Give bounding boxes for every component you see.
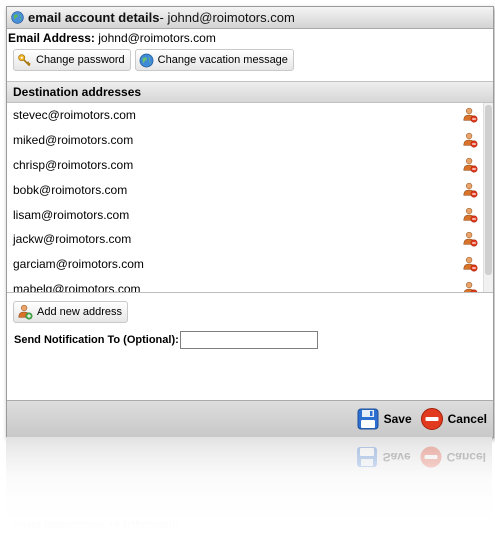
change-password-label: Change password xyxy=(36,54,125,66)
email-address-row: Email Address: johnd@roimotors.com xyxy=(7,29,493,47)
list-scrollbar[interactable] xyxy=(483,103,493,292)
reflection-cancel: Cancel xyxy=(419,445,486,469)
add-new-address-button[interactable]: Add new address xyxy=(13,301,128,323)
add-address-row: Add new address xyxy=(7,293,493,327)
toolbar: Change password Change vacation message xyxy=(7,47,493,73)
globe-icon xyxy=(139,53,154,67)
user-remove-icon[interactable] xyxy=(462,132,478,148)
notification-email-input[interactable] xyxy=(179,331,318,349)
change-password-button[interactable]: Change password xyxy=(13,49,131,71)
floppy-disk-icon xyxy=(356,447,377,467)
user-remove-icon[interactable] xyxy=(462,182,478,198)
address-row[interactable]: lisam@roimotors.com xyxy=(7,202,484,227)
user-remove-icon[interactable] xyxy=(462,256,478,272)
reflection-fade xyxy=(6,437,492,533)
address-row[interactable]: bobk@roimotors.com xyxy=(7,177,484,202)
no-entry-icon xyxy=(420,408,443,430)
reflection-background xyxy=(6,437,492,533)
change-vacation-message-label: Change vacation message xyxy=(157,54,288,66)
floppy-disk-icon xyxy=(357,408,379,430)
destination-addresses-list: stevec@roimotors.com miked@roimotors.com c… xyxy=(7,103,493,293)
address-text: garciam@roimotors.com xyxy=(13,257,144,272)
key-icon xyxy=(18,53,31,66)
address-text: lisam@roimotors.com xyxy=(13,207,130,222)
no-entry-icon xyxy=(420,446,442,468)
account-details-window: email account details - johnd@roimotors.… xyxy=(6,6,494,438)
address-row[interactable]: mabelg@roimotors.com xyxy=(7,277,484,292)
address-list-viewport: stevec@roimotors.com miked@roimotors.com c… xyxy=(7,103,484,292)
cancel-label: Cancel xyxy=(447,412,487,426)
window-reflection: Save Cancel Send Notification To (Option… xyxy=(6,437,492,533)
user-add-icon xyxy=(18,304,33,320)
address-row[interactable]: garciam@roimotors.com xyxy=(7,252,484,277)
address-row[interactable]: chrisp@roimotors.com xyxy=(7,153,484,178)
reflection-save: Save xyxy=(355,445,411,469)
address-text: bobk@roimotors.com xyxy=(13,182,128,197)
user-remove-icon[interactable] xyxy=(462,231,478,247)
reflection-notification-label: Send Notification To (Optional): xyxy=(14,519,179,531)
globe-icon xyxy=(11,11,24,24)
address-row[interactable]: stevec@roimotors.com xyxy=(7,103,484,128)
user-remove-icon[interactable] xyxy=(462,281,478,292)
user-remove-icon[interactable] xyxy=(462,207,478,223)
address-text: stevec@roimotors.com xyxy=(13,108,136,123)
save-button[interactable]: Save xyxy=(356,407,412,431)
reflection-save-label: Save xyxy=(382,450,411,464)
address-text: miked@roimotors.com xyxy=(13,133,134,148)
change-vacation-message-button[interactable]: Change vacation message xyxy=(134,49,294,71)
reflection-footer: Save Cancel xyxy=(355,445,486,469)
save-label: Save xyxy=(383,412,412,426)
cancel-button[interactable]: Cancel xyxy=(420,407,487,431)
window-title-account: - johnd@roimotors.com xyxy=(159,10,295,25)
user-remove-icon[interactable] xyxy=(462,157,478,173)
email-address-value: johnd@roimotors.com xyxy=(94,31,216,45)
reflection-cancel-label: Cancel xyxy=(446,450,486,464)
address-text: mabelg@roimotors.com xyxy=(13,281,141,292)
email-address-label: Email Address: xyxy=(8,31,95,45)
address-row[interactable]: jackw@roimotors.com xyxy=(7,227,484,252)
destination-addresses-header: Destination addresses xyxy=(7,81,493,103)
add-new-address-label: Add new address xyxy=(37,306,122,318)
scrollbar-thumb[interactable] xyxy=(485,105,492,275)
notification-row: Send Notification To (Optional): xyxy=(7,327,493,353)
window-title: email account details xyxy=(28,10,160,25)
dialog-footer: Save Cancel xyxy=(7,400,493,437)
notification-label: Send Notification To (Optional): xyxy=(14,334,179,346)
user-remove-icon[interactable] xyxy=(462,107,478,123)
address-row[interactable]: miked@roimotors.com xyxy=(7,128,484,153)
address-text: jackw@roimotors.com xyxy=(13,232,132,247)
title-bar: email account details - johnd@roimotors.… xyxy=(7,7,493,29)
address-text: chrisp@roimotors.com xyxy=(13,157,134,172)
